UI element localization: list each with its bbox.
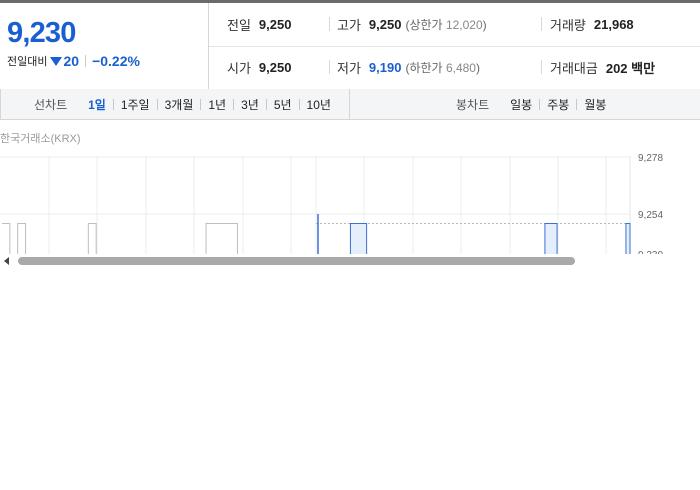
stats-table: 전일 9,250 고가 9,250 (상한가 12,020) 거래량 21,96…	[209, 3, 700, 89]
stat-label: 거래량	[550, 18, 586, 33]
divider	[329, 60, 330, 74]
stat-low: 저가 9,190 (하한가 6,480)	[337, 46, 480, 89]
stat-label: 고가	[337, 18, 361, 33]
stat-sub: (하한가 6,480)	[405, 59, 480, 76]
stat-label: 전일	[227, 18, 251, 33]
stat-prev-close: 전일 9,250	[227, 3, 291, 46]
candle-chart-tabs: 봉차트 일봉 주봉 월봉	[456, 89, 613, 119]
price-summary: 9,230 전일대비 20 −0.22% 전일 9,250 고가 9,250 (…	[0, 3, 700, 90]
stat-sub: (상한가 12,020)	[405, 16, 486, 33]
sub-label: (하한가	[405, 61, 443, 75]
divider	[85, 55, 87, 67]
line-period-tab[interactable]: 5년	[267, 96, 299, 113]
line-chart-tabs: 선차트 1일 1주일 3개월 1년 3년 5년 10년	[34, 89, 338, 119]
sub-label: (상한가	[405, 18, 443, 32]
scroll-left-arrow-icon[interactable]	[4, 257, 9, 265]
sub-close: )	[475, 61, 480, 75]
line-period-tab[interactable]: 1일	[81, 96, 113, 113]
stats-row: 시가 9,250 저가 9,190 (하한가 6,480) 거래대금 202 백…	[209, 46, 700, 89]
candle-chart-label: 봉차트	[456, 97, 490, 112]
y-tick-label: 9,254	[638, 210, 663, 221]
candle-period-tab[interactable]: 월봉	[577, 96, 613, 113]
line-chart: 9,2789,2549,230	[0, 153, 663, 254]
line-period-tab[interactable]: 3년	[234, 96, 266, 113]
price-chart: 9,2789,2549,230	[0, 150, 700, 254]
series-area-current	[318, 223, 630, 254]
change-rate: −0.22%	[92, 53, 140, 69]
down-triangle-icon	[50, 57, 63, 66]
line-period-tab[interactable]: 1년	[201, 96, 233, 113]
stat-value: 21,968	[593, 17, 634, 32]
chart-scrollbar[interactable]	[0, 254, 700, 268]
stat-value: 9,250	[258, 60, 292, 75]
line-period-tab[interactable]: 10년	[300, 96, 338, 113]
sub-close: )	[482, 18, 487, 32]
candle-period-tab[interactable]: 주봉	[540, 96, 576, 113]
stat-high: 고가 9,250 (상한가 12,020)	[337, 3, 487, 46]
change-value: 20	[63, 53, 80, 69]
divider	[541, 17, 542, 31]
divider	[541, 60, 542, 74]
current-price: 9,230	[7, 17, 76, 49]
stat-value: 202 백만	[605, 61, 656, 76]
stat-value: 9,250	[258, 17, 292, 32]
candle-period-tab[interactable]: 일봉	[503, 96, 539, 113]
y-tick-label: 9,278	[638, 153, 663, 164]
line-period-tab[interactable]: 1주일	[114, 96, 157, 113]
current-price-box: 9,230 전일대비 20 −0.22%	[0, 3, 209, 89]
stat-value: 9,190	[368, 60, 402, 75]
data-source: 한국거래소(KRX)	[0, 133, 81, 145]
stat-value: 9,250	[368, 17, 402, 32]
chart-tab-bar: 선차트 1일 1주일 3개월 1년 3년 5년 10년 봉차트 일봉 주봉 월봉	[0, 89, 700, 120]
line-period-tab[interactable]: 3개월	[158, 96, 201, 113]
stat-trade-value: 거래대금 202 백만	[550, 46, 655, 89]
line-chart-label: 선차트	[34, 97, 68, 112]
scroll-thumb[interactable]	[18, 257, 575, 265]
sub-value: 6,480	[445, 61, 476, 75]
stat-label: 시가	[227, 61, 251, 76]
stats-row: 전일 9,250 고가 9,250 (상한가 12,020) 거래량 21,96…	[209, 3, 700, 47]
divider	[329, 17, 330, 31]
change-label: 전일대비	[7, 56, 48, 68]
sub-value: 12,020	[445, 18, 483, 32]
stat-volume: 거래량 21,968	[550, 3, 634, 46]
stat-label: 거래대금	[550, 61, 598, 76]
stat-open: 시가 9,250	[227, 46, 291, 89]
change-row: 전일대비 20 −0.22%	[7, 53, 140, 69]
stat-label: 저가	[337, 61, 361, 76]
